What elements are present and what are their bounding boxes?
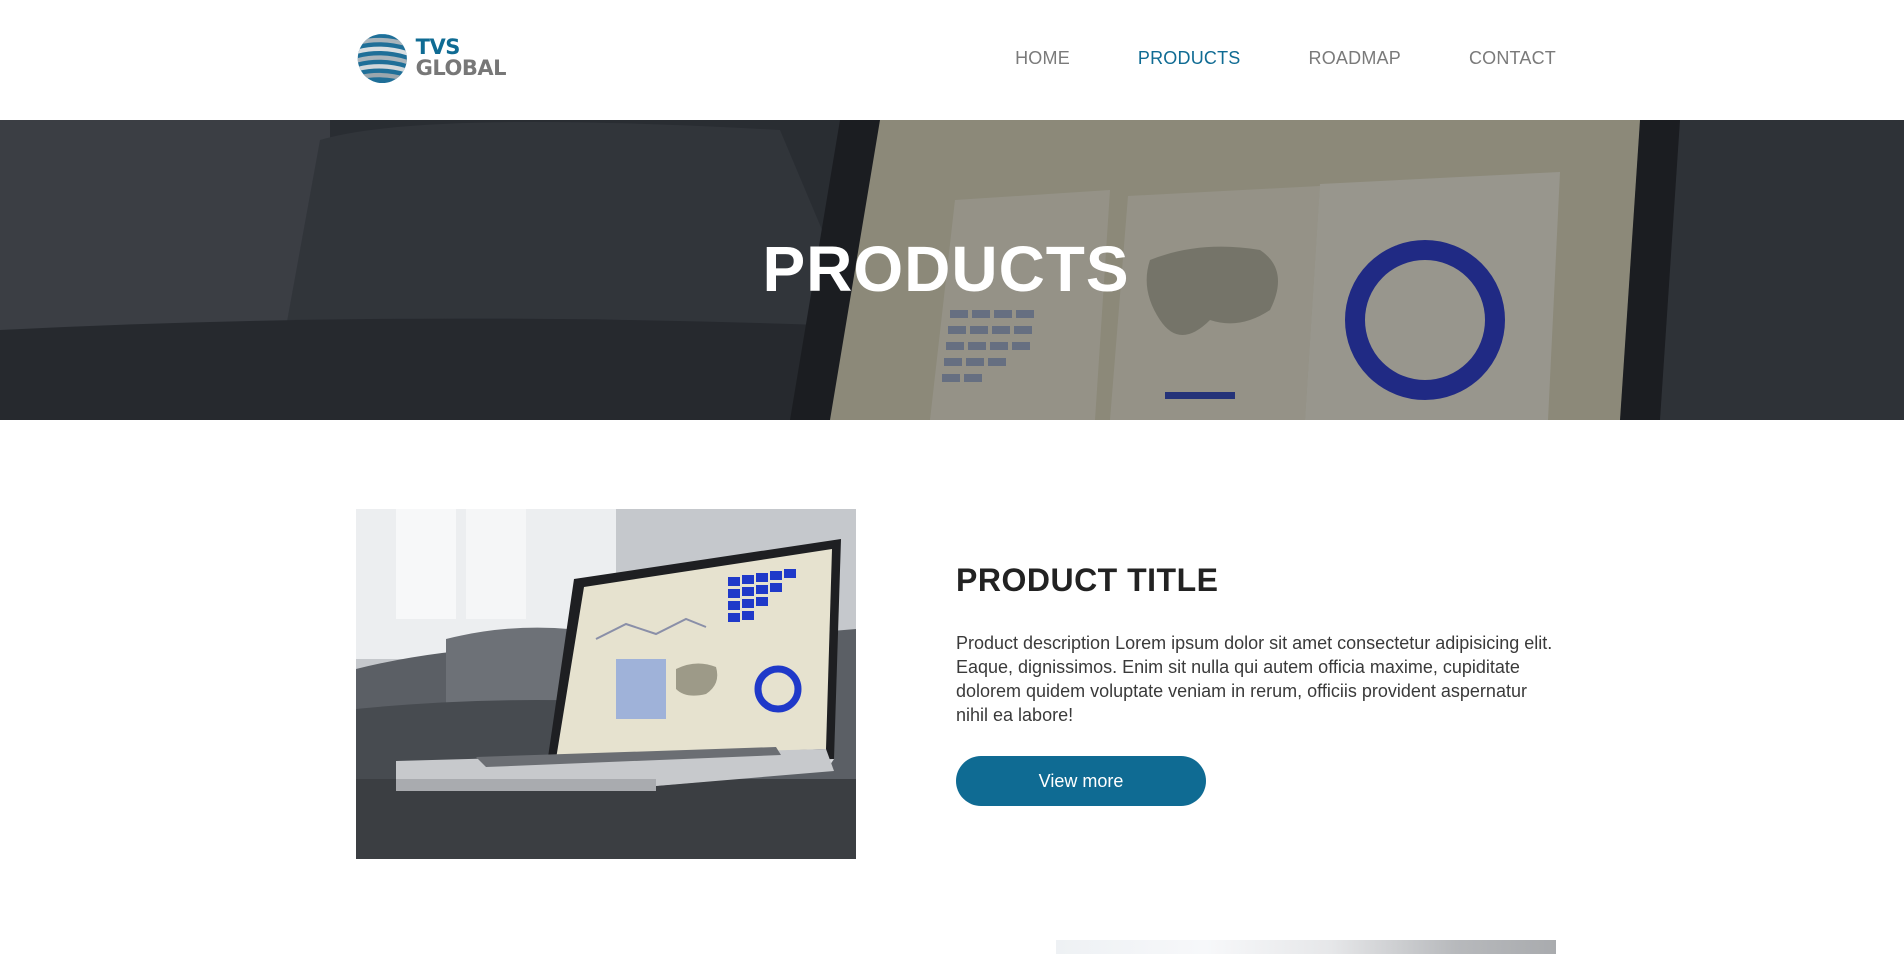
- page-title-text: PRODUCTS: [762, 233, 1130, 305]
- site-header: TVS GLOBAL HOME PRODUCTS ROADMAP CONTACT: [0, 0, 1904, 120]
- site-logo[interactable]: TVS GLOBAL: [356, 28, 507, 88]
- globe-logo-icon: [357, 33, 407, 83]
- product-image: [356, 509, 856, 859]
- laptop-photo: [356, 509, 856, 859]
- nav-item-roadmap[interactable]: ROADMAP: [1309, 48, 1401, 69]
- page-title: PRODUCTS: [0, 232, 1904, 306]
- logo-line-1: TVS: [415, 35, 461, 59]
- next-product-image: [1056, 940, 1556, 954]
- product-title: PRODUCT TITLE: [956, 562, 1219, 598]
- view-more-button[interactable]: View more: [956, 756, 1206, 806]
- product-description: Product description Lorem ipsum dolor si…: [956, 633, 1553, 725]
- nav-item-products[interactable]: PRODUCTS: [1138, 48, 1241, 69]
- hero-banner: PRODUCTS: [0, 120, 1904, 420]
- logo-line-2: GLOBAL: [415, 56, 507, 80]
- nav-item-home[interactable]: HOME: [1015, 48, 1070, 69]
- main-nav: HOME PRODUCTS ROADMAP CONTACT: [1015, 48, 1556, 69]
- logo-wordmark: TVS GLOBAL: [415, 35, 507, 80]
- nav-item-contact[interactable]: CONTACT: [1469, 48, 1556, 69]
